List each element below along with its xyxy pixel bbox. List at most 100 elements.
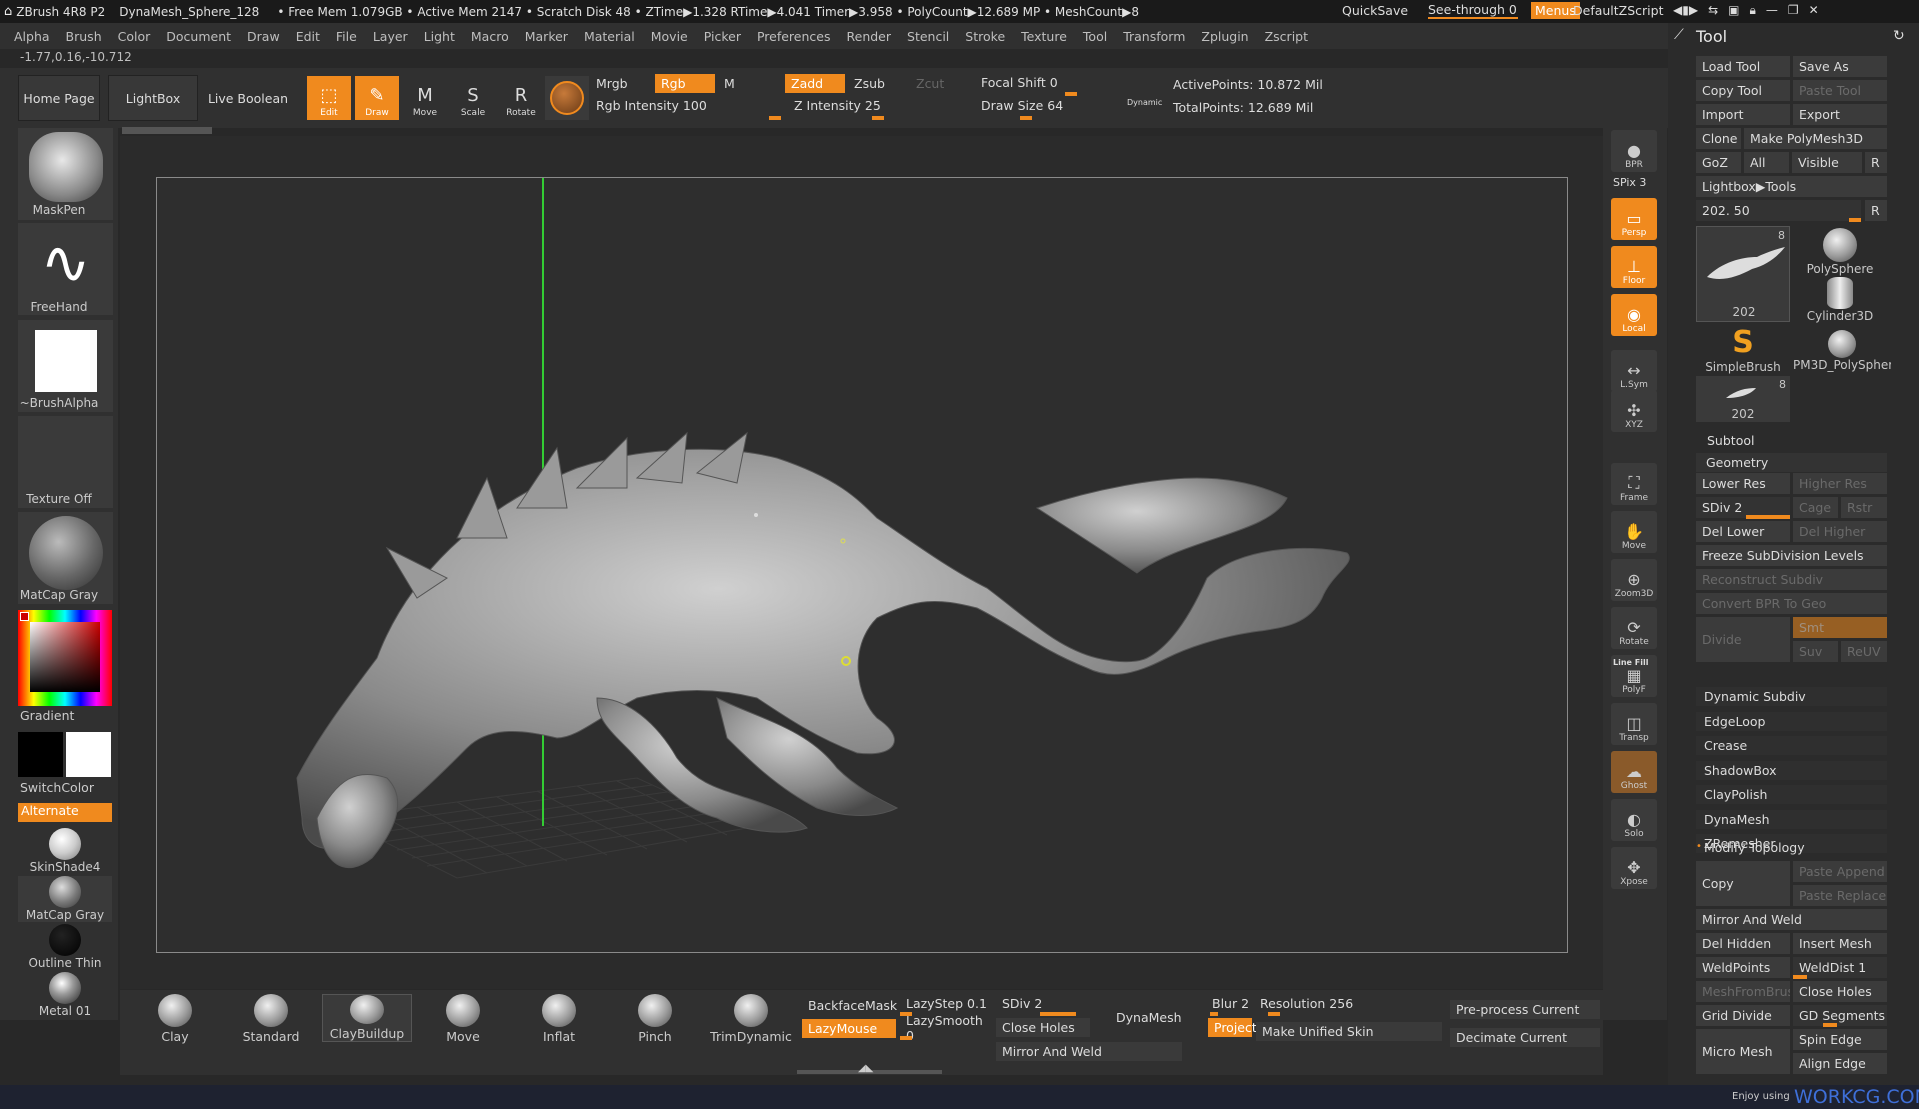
- divide-button[interactable]: Divide: [1696, 617, 1790, 662]
- edit-mode-button[interactable]: ⬚ Edit: [307, 76, 351, 120]
- section-dynamesh[interactable]: DynaMesh: [1696, 809, 1887, 829]
- z-intensity-knob[interactable]: [872, 116, 884, 120]
- tool-slider[interactable]: 202. 50: [1696, 200, 1861, 221]
- lazy-smooth-slider[interactable]: LazySmooth 0: [900, 1013, 994, 1043]
- menu-zscript[interactable]: Zscript: [1265, 29, 1308, 44]
- paste-tool-button[interactable]: Paste Tool: [1793, 80, 1887, 101]
- menu-layer[interactable]: Layer: [373, 29, 408, 44]
- import-button[interactable]: Import: [1696, 104, 1790, 125]
- xyz-button[interactable]: ✣ XYZ: [1611, 390, 1657, 432]
- close-holes-button[interactable]: Close Holes: [1793, 981, 1887, 1002]
- brush-standard[interactable]: Standard: [226, 994, 316, 1044]
- polysphere-thumb[interactable]: PolySphere: [1793, 226, 1887, 276]
- cylinder3d-thumb[interactable]: Cylinder3D: [1793, 275, 1887, 323]
- move-mode-button[interactable]: M Move: [403, 76, 447, 120]
- menu-edit[interactable]: Edit: [296, 29, 320, 44]
- geometry-section[interactable]: Geometry: [1696, 453, 1887, 472]
- brush-inflat[interactable]: Inflat: [514, 994, 604, 1044]
- sculpt-model[interactable]: [157, 178, 1569, 954]
- paste-append-button[interactable]: Paste Append: [1793, 861, 1887, 882]
- reuv-toggle[interactable]: ReUV: [1841, 641, 1887, 662]
- reconstruct-subdiv-button[interactable]: Reconstruct Subdiv: [1696, 569, 1887, 590]
- menu-zplugin[interactable]: Zplugin: [1201, 29, 1248, 44]
- save-as-button[interactable]: Save As: [1793, 56, 1887, 77]
- material-slot-metal-01[interactable]: Metal 01: [18, 972, 112, 1018]
- bpr-button[interactable]: ● BPR: [1611, 130, 1657, 172]
- blur-slider[interactable]: Blur 2: [1206, 994, 1250, 1013]
- main-color-swatch[interactable]: [18, 732, 63, 777]
- cage-button[interactable]: Cage: [1793, 497, 1838, 518]
- dynamesh-bottom-button[interactable]: DynaMesh: [1110, 1008, 1200, 1027]
- menu-alpha[interactable]: Alpha: [14, 29, 50, 44]
- goz-r-button[interactable]: R: [1865, 152, 1887, 173]
- document-canvas[interactable]: [156, 177, 1568, 953]
- section-crease[interactable]: Crease: [1696, 736, 1887, 755]
- copy-tool-button[interactable]: Copy Tool: [1696, 80, 1790, 101]
- menu-stroke[interactable]: Stroke: [965, 29, 1005, 44]
- quicksave-button[interactable]: QuickSave: [1342, 3, 1408, 18]
- menu-tool[interactable]: Tool: [1083, 29, 1107, 44]
- material-slot-skinshade4[interactable]: SkinShade4: [18, 828, 112, 874]
- move-button[interactable]: ✋ Move: [1611, 511, 1657, 553]
- freeze-subdivision-button[interactable]: Freeze SubDivision Levels: [1696, 545, 1887, 566]
- gd-segments-knob[interactable]: [1823, 1023, 1837, 1027]
- z-intensity-slider[interactable]: Z Intensity 25: [788, 96, 978, 115]
- sdiv-bottom-slider[interactable]: SDiv 2: [996, 994, 1090, 1013]
- del-hidden-button[interactable]: Del Hidden: [1696, 933, 1790, 954]
- scale-mode-button[interactable]: S Scale: [451, 76, 495, 120]
- home-page-button[interactable]: Home Page: [18, 75, 100, 121]
- zadd-toggle[interactable]: Zadd: [785, 74, 845, 93]
- subtool-section[interactable]: Subtool: [1707, 433, 1754, 448]
- tool-slider-r-button[interactable]: R: [1865, 200, 1887, 221]
- gd-segments-slider[interactable]: GD Segments 3: [1793, 1005, 1887, 1026]
- goz-visible-button[interactable]: Visible: [1792, 152, 1862, 173]
- section-claypolish[interactable]: ClayPolish: [1696, 785, 1887, 804]
- del-higher-button[interactable]: Del Higher: [1793, 521, 1887, 542]
- zsub-toggle[interactable]: Zsub: [848, 74, 908, 93]
- color-square[interactable]: [30, 622, 100, 692]
- transp-button[interactable]: ◫ Transp: [1611, 703, 1657, 745]
- canvas-scrollbar[interactable]: [122, 127, 212, 134]
- sdiv-slider-knob[interactable]: [1746, 515, 1790, 519]
- menu-document[interactable]: Document: [166, 29, 231, 44]
- expand-shelf-icon[interactable]: ◢◣: [858, 1063, 873, 1074]
- dynamic-toggle[interactable]: Dynamic: [1127, 98, 1162, 107]
- default-zscript[interactable]: DefaultZScript: [1573, 3, 1664, 18]
- brush-clay[interactable]: Clay: [130, 994, 220, 1044]
- draw-size-knob[interactable]: [1020, 116, 1032, 120]
- lower-res-button[interactable]: Lower Res: [1696, 473, 1790, 494]
- rgb-toggle[interactable]: Rgb: [655, 74, 715, 93]
- menu-marker[interactable]: Marker: [525, 29, 568, 44]
- layout-icon[interactable]: ◀▮▶: [1673, 3, 1698, 18]
- higher-res-button[interactable]: Higher Res: [1793, 473, 1887, 494]
- export-button[interactable]: Export: [1793, 104, 1887, 125]
- goz-button[interactable]: GoZ: [1696, 152, 1741, 173]
- menu-color[interactable]: Color: [118, 29, 151, 44]
- menu-file[interactable]: File: [336, 29, 357, 44]
- menu-preferences[interactable]: Preferences: [757, 29, 831, 44]
- copy-button[interactable]: Copy: [1696, 861, 1790, 906]
- rgb-intensity-slider[interactable]: Rgb Intensity 100: [590, 96, 780, 115]
- load-tool-button[interactable]: Load Tool: [1696, 56, 1790, 77]
- draw-mode-button[interactable]: ✎ Draw: [355, 76, 399, 120]
- m-toggle[interactable]: M: [718, 74, 778, 93]
- menu-macro[interactable]: Macro: [471, 29, 509, 44]
- paste-replace-button[interactable]: Paste Replace: [1793, 885, 1887, 906]
- preprocess-current-button[interactable]: Pre-process Current: [1450, 1000, 1600, 1019]
- blur-knob[interactable]: [1210, 1012, 1218, 1016]
- section-shadowbox[interactable]: ShadowBox: [1696, 760, 1887, 780]
- windows-icon[interactable]: ▣: [1728, 3, 1739, 18]
- menu-material[interactable]: Material: [584, 29, 635, 44]
- mrgb-toggle[interactable]: Mrgb: [590, 74, 650, 93]
- weld-dist-slider[interactable]: WeldDist 1: [1793, 957, 1887, 978]
- spin-edge-button[interactable]: Spin Edge: [1793, 1029, 1887, 1050]
- clone-button[interactable]: Clone: [1696, 128, 1741, 149]
- menu-texture[interactable]: Texture: [1021, 29, 1067, 44]
- solo-button[interactable]: ◐ Solo: [1611, 799, 1657, 841]
- persp-button[interactable]: ▭ Persp: [1611, 198, 1657, 240]
- live-boolean-button[interactable]: Live Boolean: [204, 75, 292, 121]
- project-toggle[interactable]: Project: [1208, 1018, 1257, 1037]
- color-picker[interactable]: [18, 610, 112, 706]
- menu-transform[interactable]: Transform: [1123, 29, 1185, 44]
- focal-shift-slider[interactable]: Focal Shift 0: [975, 73, 1165, 92]
